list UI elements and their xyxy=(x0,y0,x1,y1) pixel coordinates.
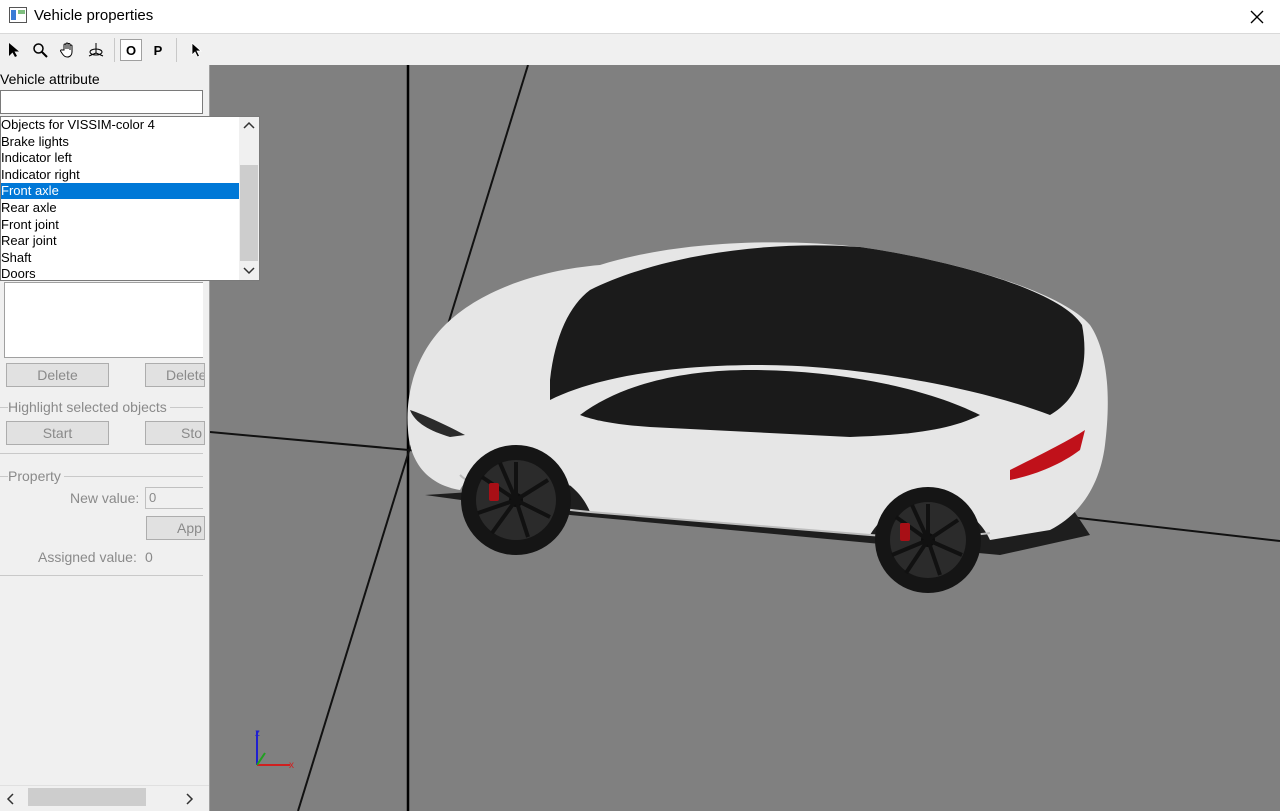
scroll-right-icon[interactable] xyxy=(186,793,194,805)
dropdown-item[interactable]: Rear joint xyxy=(1,233,239,249)
pan-icon xyxy=(60,42,73,58)
dropdown-scroll-thumb[interactable] xyxy=(240,165,258,261)
selected-objects-list[interactable] xyxy=(4,282,203,358)
dropdown-item[interactable]: Indicator left xyxy=(1,150,239,166)
z-axis-label: z xyxy=(255,728,260,739)
perspective-button[interactable]: P xyxy=(147,39,169,61)
delete-all-button[interactable]: Delete xyxy=(145,363,205,387)
window-title: Vehicle properties xyxy=(34,7,154,24)
horizontal-scroll-thumb[interactable] xyxy=(28,788,146,806)
dropdown-item[interactable]: Indicator right xyxy=(1,167,239,183)
scroll-down-icon[interactable] xyxy=(243,267,255,275)
highlight-group-title: Highlight selected objects xyxy=(8,399,170,415)
cursor-icon xyxy=(191,42,203,58)
zoom-icon xyxy=(33,43,48,58)
scroll-left-icon[interactable] xyxy=(6,793,14,805)
rotate-tool-button[interactable] xyxy=(85,39,107,61)
app-icon xyxy=(9,7,27,23)
dropdown-item[interactable]: Brake lights xyxy=(1,134,239,150)
vehicle-attribute-label: Vehicle attribute xyxy=(0,71,100,87)
dropdown-item[interactable]: Rear axle xyxy=(1,200,239,216)
new-value-input[interactable]: 0 xyxy=(145,487,203,509)
grid-line xyxy=(210,431,421,452)
select-tool-button[interactable] xyxy=(3,39,25,61)
group-divider xyxy=(0,453,203,454)
pointer-cursor xyxy=(186,39,208,61)
zoom-tool-button[interactable] xyxy=(29,39,51,61)
x-axis-label: x xyxy=(289,760,294,771)
assigned-value-label: Assigned value: xyxy=(38,549,137,565)
toolbar-separator xyxy=(176,38,177,62)
delete-button[interactable]: Delete xyxy=(6,363,109,387)
toolbar-separator xyxy=(114,38,115,62)
dropdown-item[interactable]: Objects for VISSIM-color 4 xyxy=(1,117,239,133)
3d-viewport[interactable]: z x xyxy=(210,65,1280,811)
pan-tool-button[interactable] xyxy=(57,39,79,61)
group-divider xyxy=(0,575,203,576)
orthographic-button[interactable]: O xyxy=(120,39,142,61)
property-group-title: Property xyxy=(8,468,64,484)
scroll-up-icon[interactable] xyxy=(243,121,255,129)
toolbar: O P xyxy=(0,34,1280,66)
vehicle-attribute-dropdown[interactable]: Objects for VISSIM-color 4 Brake lights … xyxy=(0,116,260,281)
new-value-label: New value: xyxy=(70,490,140,506)
dropdown-scrollbar[interactable] xyxy=(239,117,259,280)
start-button[interactable]: Start xyxy=(6,421,109,445)
front-wheel xyxy=(461,445,571,555)
title-bar: Vehicle properties xyxy=(0,0,1280,34)
close-button[interactable] xyxy=(1234,0,1280,33)
rear-wheel xyxy=(875,487,981,593)
rotate-icon xyxy=(88,43,104,57)
vehicle-attribute-combo[interactable] xyxy=(0,90,203,114)
dropdown-item[interactable]: Shaft xyxy=(1,250,239,266)
dropdown-item[interactable]: Front joint xyxy=(1,217,239,233)
3d-scene: z x xyxy=(210,65,1280,811)
dropdown-item[interactable]: Doors xyxy=(1,266,239,280)
dropdown-item-selected[interactable]: Front axle xyxy=(1,183,239,200)
apply-button[interactable]: App xyxy=(146,516,205,540)
axis-indicator: z x xyxy=(255,728,294,771)
grid-line xyxy=(1069,516,1280,542)
select-icon xyxy=(9,43,19,57)
stop-button[interactable]: Sto xyxy=(145,421,205,445)
assigned-value: 0 xyxy=(145,549,153,565)
close-icon xyxy=(1250,10,1264,23)
